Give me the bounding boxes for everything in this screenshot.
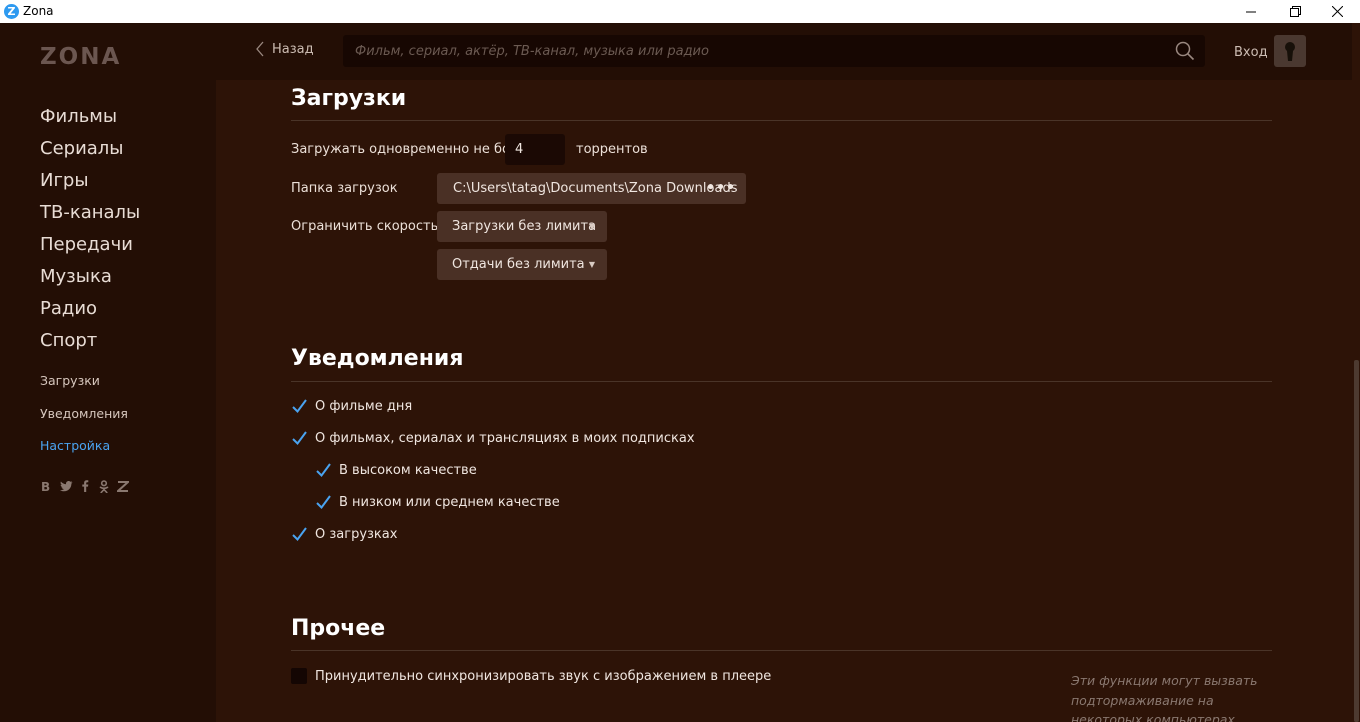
checkbox-label: Принудительно синхронизировать звук с из…	[315, 668, 772, 684]
sidebar: ZONA Фильмы Сериалы Игры ТВ-каналы Перед…	[0, 23, 216, 722]
close-icon	[1331, 6, 1343, 17]
odnoklassniki-icon[interactable]	[97, 479, 111, 493]
note-line: подтормаживание на	[1071, 692, 1214, 708]
nav-item-radio[interactable]: Радио	[40, 298, 140, 330]
section-divider	[291, 650, 1272, 651]
svg-text:ZONA: ZONA	[40, 45, 121, 67]
window-title: Zona	[23, 4, 54, 18]
checkmark-icon	[291, 398, 307, 414]
concurrent-suffix-label: торрентов	[576, 142, 648, 157]
minimize-icon	[1246, 11, 1256, 12]
restore-icon	[1289, 6, 1301, 17]
note-line: Эти функции могут вызвать	[1071, 673, 1258, 688]
scrollbar-thumb[interactable]	[1354, 360, 1359, 722]
secondary-nav: Загрузки Уведомления Настройка	[40, 373, 128, 471]
download-folder-path: C:\Users\tatag\Documents\Zona Downloads	[453, 181, 738, 196]
folder-label: Папка загрузок	[291, 181, 398, 196]
zona-logo[interactable]: ZONA	[40, 44, 142, 72]
nav-item-downloads[interactable]: Загрузки	[40, 373, 128, 406]
nav-item-music[interactable]: Музыка	[40, 266, 140, 298]
search-input[interactable]	[355, 35, 1155, 67]
top-header: Назад Вход	[216, 23, 1360, 80]
zona-app-icon: Z	[4, 4, 19, 19]
facebook-icon[interactable]	[78, 479, 92, 493]
minimize-button[interactable]	[1228, 0, 1274, 23]
notifications-section-title: Уведомления	[291, 346, 464, 371]
downloads-section-title: Загрузки	[291, 86, 407, 111]
checkmark-icon	[291, 430, 307, 446]
checkmark-icon	[315, 494, 331, 510]
notify-subscriptions-checkbox[interactable]: О фильмах, сериалах и трансляциях в моих…	[291, 430, 695, 446]
notify-low-quality-checkbox[interactable]: В низком или среднем качестве	[315, 494, 560, 510]
speed-limit-label: Ограничить скорость	[291, 219, 439, 234]
checkbox-label: О фильме дня	[315, 398, 413, 414]
nav-item-tv-channels[interactable]: ТВ-каналы	[40, 202, 140, 234]
nav-item-settings[interactable]: Настройка	[40, 438, 128, 471]
nav-item-shows[interactable]: Передачи	[40, 234, 140, 266]
chevron-left-icon	[256, 41, 264, 57]
nav-item-games[interactable]: Игры	[40, 170, 140, 202]
download-folder-field[interactable]: C:\Users\tatag\Documents\Zona Downloads …	[437, 173, 746, 204]
restore-button[interactable]	[1272, 0, 1318, 23]
download-limit-dropdown[interactable]: Загрузки без лимита ▼	[437, 211, 607, 242]
other-section-title: Прочее	[291, 616, 386, 641]
section-divider	[291, 120, 1272, 121]
section-divider	[291, 381, 1272, 382]
more-options-icon[interactable]: •••	[706, 173, 736, 204]
close-button[interactable]	[1314, 0, 1360, 23]
checkmark-icon	[291, 526, 307, 542]
download-limit-value: Загрузки без лимита	[452, 219, 597, 234]
nav-item-sport[interactable]: Спорт	[40, 330, 140, 362]
checkbox-label: О фильмах, сериалах и трансляциях в моих…	[315, 430, 695, 446]
checkmark-icon	[315, 462, 331, 478]
back-button[interactable]: Назад	[256, 41, 314, 57]
twitter-icon[interactable]	[59, 479, 73, 493]
checkbox-label: В низком или среднем качестве	[339, 494, 560, 510]
settings-content: Загрузки Загружать одновременно не более…	[216, 80, 1352, 722]
search-bar	[343, 35, 1205, 67]
concurrent-count-input[interactable]: 4	[505, 134, 565, 165]
user-silhouette-icon	[1285, 42, 1295, 61]
main-nav: Фильмы Сериалы Игры ТВ-каналы Передачи М…	[40, 106, 140, 362]
window-titlebar: Z Zona	[0, 0, 1360, 23]
force-sync-checkbox[interactable]: Принудительно синхронизировать звук с из…	[291, 668, 771, 684]
upload-limit-value: Отдачи без лимита	[452, 257, 585, 272]
zona-social-icon[interactable]	[116, 479, 130, 493]
checkbox-label: О загрузках	[315, 526, 398, 542]
login-link[interactable]: Вход	[1234, 45, 1268, 60]
nav-item-notifications[interactable]: Уведомления	[40, 406, 128, 439]
notify-downloads-checkbox[interactable]: О загрузках	[291, 526, 397, 542]
dropdown-caret-icon: ▼	[588, 222, 595, 231]
notify-movie-of-day-checkbox[interactable]: О фильме дня	[291, 398, 412, 414]
dropdown-caret-icon: ▼	[588, 260, 595, 269]
note-line: некоторых компьютерах	[1071, 712, 1235, 722]
search-icon[interactable]	[1175, 41, 1195, 66]
concurrent-prefix-label: Загружать одновременно не более	[291, 142, 535, 157]
nav-item-series[interactable]: Сериалы	[40, 138, 140, 170]
upload-limit-dropdown[interactable]: Отдачи без лимита ▼	[437, 249, 607, 280]
checkbox-label: В высоком качестве	[339, 462, 477, 478]
performance-note: Эти функции могут вызвать подтормаживани…	[1071, 671, 1271, 722]
empty-checkbox-icon	[291, 668, 307, 684]
scrollbar[interactable]	[1352, 80, 1360, 722]
notify-high-quality-checkbox[interactable]: В высоком качестве	[315, 462, 477, 478]
scrollbar-track-top	[1352, 23, 1360, 80]
social-links: В	[40, 479, 130, 493]
vk-icon[interactable]: В	[40, 479, 54, 493]
back-label: Назад	[272, 41, 314, 57]
svg-text:В: В	[41, 480, 50, 492]
nav-item-movies[interactable]: Фильмы	[40, 106, 140, 138]
user-avatar-button[interactable]	[1274, 35, 1306, 67]
